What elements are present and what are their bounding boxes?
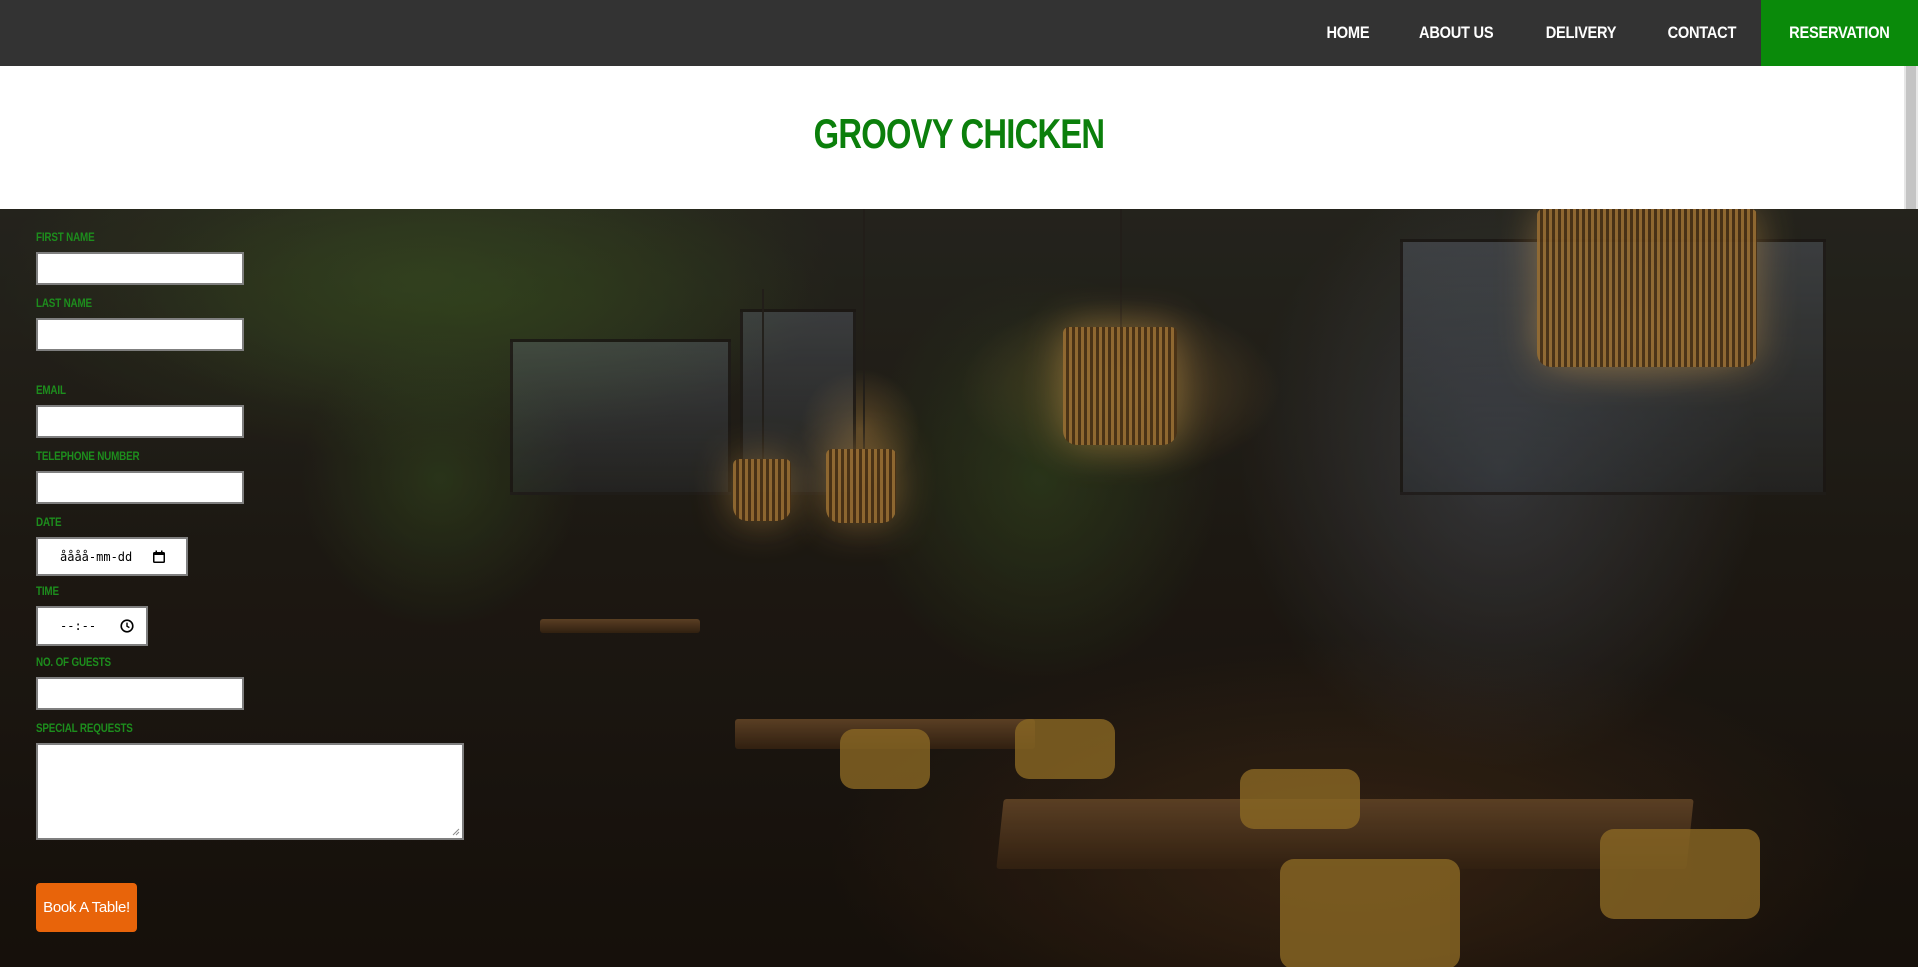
date-label: DATE xyxy=(36,515,62,529)
nav-link-about-us[interactable]: ABOUT US xyxy=(1402,0,1511,66)
first-name-input[interactable] xyxy=(36,252,244,285)
page-scrollbar[interactable] xyxy=(1904,66,1918,209)
nav-menu: HOME ABOUT US DELIVERY CONTACT RESERVATI… xyxy=(1303,0,1918,66)
calendar-icon[interactable] xyxy=(152,550,166,564)
last-name-input[interactable] xyxy=(36,318,244,351)
first-name-label: FIRST NAME xyxy=(36,230,95,244)
clock-icon[interactable] xyxy=(120,619,134,633)
nav-link-reservation[interactable]: RESERVATION xyxy=(1772,0,1907,66)
nav-item-home[interactable]: HOME xyxy=(1303,0,1393,66)
nav-item-delivery[interactable]: DELIVERY xyxy=(1520,0,1642,66)
email-label: EMAIL xyxy=(36,383,66,397)
reservation-form: FIRST NAME LAST NAME EMAIL TELEPHONE NUM… xyxy=(36,209,476,967)
special-requests-label: SPECIAL REQUESTS xyxy=(36,721,133,735)
telephone-input[interactable] xyxy=(36,471,244,504)
email-input[interactable] xyxy=(36,405,244,438)
last-name-label: LAST NAME xyxy=(36,296,92,310)
nav-link-delivery[interactable]: DELIVERY xyxy=(1528,0,1633,66)
date-input[interactable]: åååå-mm-dd xyxy=(36,537,188,576)
site-title: GROOVY CHICKEN xyxy=(813,110,1105,157)
reservation-section: FIRST NAME LAST NAME EMAIL TELEPHONE NUM… xyxy=(0,209,1918,967)
nav-link-home[interactable]: HOME xyxy=(1310,0,1387,66)
guests-label: NO. OF GUESTS xyxy=(36,655,111,669)
nav-item-contact[interactable]: CONTACT xyxy=(1642,0,1762,66)
time-label: TIME xyxy=(36,584,59,598)
date-placeholder: åååå-mm-dd xyxy=(60,549,133,564)
nav-link-contact[interactable]: CONTACT xyxy=(1650,0,1753,66)
nav-item-about-us[interactable]: ABOUT US xyxy=(1393,0,1519,66)
time-placeholder: --:-- xyxy=(60,619,97,633)
time-input[interactable]: --:-- xyxy=(36,606,148,646)
book-table-button[interactable]: Book A Table! xyxy=(36,883,137,932)
telephone-label: TELEPHONE NUMBER xyxy=(36,449,140,463)
guests-input[interactable] xyxy=(36,677,244,710)
nav-item-reservation[interactable]: RESERVATION xyxy=(1761,0,1918,66)
scrollbar-thumb[interactable] xyxy=(1906,66,1916,209)
resize-handle-icon[interactable] xyxy=(451,827,460,836)
site-header: GROOVY CHICKEN xyxy=(0,66,1918,209)
top-navigation-bar: HOME ABOUT US DELIVERY CONTACT RESERVATI… xyxy=(0,0,1918,66)
special-requests-textarea[interactable] xyxy=(36,743,464,840)
